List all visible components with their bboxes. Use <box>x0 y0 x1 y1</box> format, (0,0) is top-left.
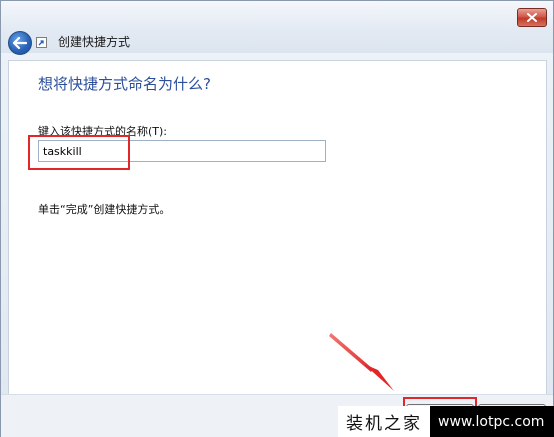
shortcut-icon <box>36 37 47 48</box>
watermark: 装机之家 www.lotpc.com <box>338 406 554 437</box>
close-icon <box>527 13 537 22</box>
window-title: 创建快捷方式 <box>58 35 131 49</box>
page-heading: 想将快捷方式命名为什么? <box>38 75 211 93</box>
watermark-brand: 装机之家 <box>338 406 430 437</box>
input-highlight-box <box>28 135 130 170</box>
wizard-content: 想将快捷方式命名为什么? 键入该快捷方式的名称(T): 单击“完成”创建快捷方式… <box>8 60 547 395</box>
close-button[interactable] <box>517 8 547 27</box>
watermark-url: www.lotpc.com <box>430 406 554 437</box>
back-arrow-icon <box>13 37 27 49</box>
instruction-text: 单击“完成”创建快捷方式。 <box>38 203 171 216</box>
back-button[interactable] <box>8 31 32 55</box>
